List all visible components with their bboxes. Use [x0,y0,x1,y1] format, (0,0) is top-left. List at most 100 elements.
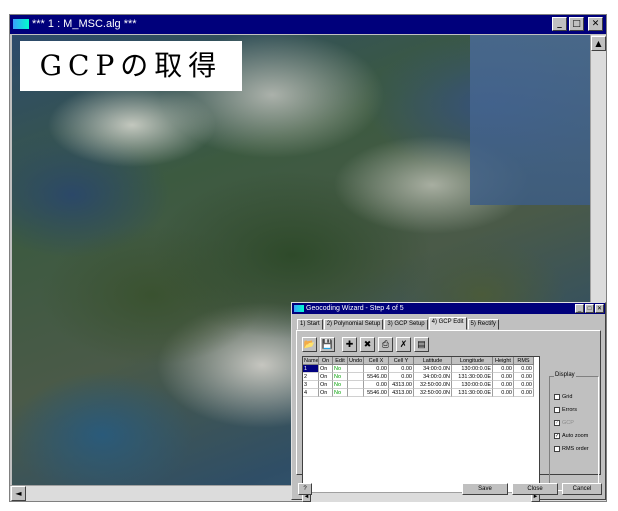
cell-name[interactable]: 1 [303,365,319,373]
maximize-button[interactable]: □ [569,17,584,31]
cell-name[interactable]: 4 [303,389,319,397]
wizard-app-icon [294,305,304,312]
cell-undo[interactable] [348,373,364,381]
cell-on[interactable]: On [319,389,333,397]
errors-checkbox[interactable]: Errors [554,407,577,413]
cell-edit[interactable]: No [333,365,348,373]
column-header-cell-y[interactable]: Cell Y [389,357,414,365]
cell-on[interactable]: On [319,373,333,381]
wizard-footer: ? Save Close Cancel [292,479,605,499]
wizard-maximize-button[interactable]: □ [585,304,594,313]
cell-edit[interactable]: No [333,381,348,389]
cell-longitude[interactable]: 130:00:0.0E [452,365,493,373]
save-button[interactable]: Save [462,483,508,495]
cell-cell-x[interactable]: 5546.00 [364,389,389,397]
column-header-cell-x[interactable]: Cell X [364,357,389,365]
cell-name[interactable]: 3 [303,381,319,389]
display-options-group: Display Grid Errors ✓ GCP ✓ Auto zoom RM… [549,372,599,491]
tab-gcp-setup[interactable]: 3) GCP Setup [384,319,428,330]
cell-on[interactable]: On [319,381,333,389]
wizard-minimize-button[interactable]: _ [575,304,584,313]
cell-longitude[interactable]: 130:00:0.0E [452,381,493,389]
cell-rms[interactable]: 0.00 [514,365,534,373]
grid-checkbox-box[interactable] [554,394,560,400]
cell-undo[interactable] [348,365,364,373]
tab-start[interactable]: 1) Start [297,319,323,330]
cell-rms[interactable]: 0.00 [514,373,534,381]
column-header-edit[interactable]: Edit [333,357,348,365]
scroll-left-button[interactable]: ◄ [11,486,26,501]
cell-cell-y[interactable]: 0.00 [389,373,414,381]
cell-rms[interactable]: 0.00 [514,381,534,389]
cell-height[interactable]: 0.00 [493,381,514,389]
cell-edit[interactable]: No [333,389,348,397]
app-icon [13,19,29,29]
column-header-longitude[interactable]: Longitude [452,357,493,365]
table-row[interactable]: 2 On No 5546.00 0.00 34:00:0.0N 131:30:0… [303,373,534,381]
tab-polynomial-setup[interactable]: 2) Polynomial Setup [323,319,384,330]
cell-latitude[interactable]: 32:50:00.0N [414,389,452,397]
gcp-toolbar: 📂 💾 ✚ ✖ ⎙ ✗ ▤ [302,337,429,352]
column-header-height[interactable]: Height [493,357,514,365]
column-header-rms[interactable]: RMS [514,357,534,365]
help-button[interactable]: ? [298,483,312,495]
auto-zoom-checkbox-box[interactable]: ✓ [554,433,560,439]
cell-name[interactable]: 2 [303,373,319,381]
cell-latitude[interactable]: 34:00:0.0N [414,373,452,381]
table-row[interactable]: 4 On No 5546.00 4313.00 32:50:00.0N 131:… [303,389,534,397]
cell-height[interactable]: 0.00 [493,373,514,381]
column-header-latitude[interactable]: Latitude [414,357,452,365]
gcp-table-header: Name On Edit Undo Cell X Cell Y Latitude… [303,357,534,365]
cell-longitude[interactable]: 131:30:00.0E [452,373,493,381]
cell-cell-y[interactable]: 0.00 [389,365,414,373]
column-header-on[interactable]: On [319,357,333,365]
wizard-close-button[interactable]: ✕ [595,304,604,313]
cell-edit[interactable]: No [333,373,348,381]
cell-longitude[interactable]: 131:30:00.0E [452,389,493,397]
column-header-undo[interactable]: Undo [348,357,364,365]
column-header-name[interactable]: Name [303,357,319,365]
rms-order-checkbox-label: RMS order [562,446,589,452]
cell-cell-x[interactable]: 0.00 [364,381,389,389]
cell-cell-y[interactable]: 4313.00 [389,389,414,397]
delete-point-icon[interactable]: ✖ [360,337,375,352]
cancel-button[interactable]: Cancel [562,483,602,495]
cell-height[interactable]: 0.00 [493,365,514,373]
close-button[interactable]: ✕ [588,17,603,31]
save-disk-icon[interactable]: 💾 [320,337,335,352]
rms-order-checkbox[interactable]: RMS order [554,446,589,452]
grid-checkbox[interactable]: Grid [554,394,572,400]
scroll-up-button[interactable]: ▲ [591,36,606,51]
wizard-titlebar[interactable]: Geocoding Wizard - Step 4 of 5 _ □ ✕ [292,303,605,314]
cell-height[interactable]: 0.00 [493,389,514,397]
table-row[interactable]: 3 On No 0.00 4313.00 32:50:00.0N 130:00:… [303,381,534,389]
auto-zoom-checkbox[interactable]: ✓ Auto zoom [554,433,588,439]
tab-rectify[interactable]: 5) Rectify [467,319,499,330]
tab-gcp-edit[interactable]: 4) GCP Edit [428,317,467,330]
main-titlebar[interactable]: *** 1 : M_MSC.alg *** _ □ ✕ [10,15,606,34]
errors-checkbox-box[interactable] [554,407,560,413]
open-folder-icon[interactable]: 📂 [302,337,317,352]
gcp-edit-panel: 📂 💾 ✚ ✖ ⎙ ✗ ▤ Name On Edit Undo Cell X C… [296,330,601,502]
minimize-button[interactable]: _ [552,17,567,31]
gcp-checkbox: ✓ GCP [554,420,574,426]
cell-cell-x[interactable]: 5546.00 [364,373,389,381]
list-icon[interactable]: ▤ [414,337,429,352]
wizard-tabs: 1) Start 2) Polynomial Setup 3) GCP Setu… [297,317,500,330]
cell-undo[interactable] [348,389,364,397]
print-icon[interactable]: ⎙ [378,337,393,352]
cell-rms[interactable]: 0.00 [514,389,534,397]
cell-cell-x[interactable]: 0.00 [364,365,389,373]
clear-icon[interactable]: ✗ [396,337,411,352]
gcp-checkbox-label: GCP [562,420,574,426]
cell-on[interactable]: On [319,365,333,373]
add-point-icon[interactable]: ✚ [342,337,357,352]
rms-order-checkbox-box[interactable] [554,446,560,452]
cell-undo[interactable] [348,381,364,389]
cell-cell-y[interactable]: 4313.00 [389,381,414,389]
cell-latitude[interactable]: 34:00:0.0N [414,365,452,373]
banner-title: GCPの取得 [20,41,242,91]
close-dialog-button[interactable]: Close [512,483,558,495]
table-row[interactable]: 1 On No 0.00 0.00 34:00:0.0N 130:00:0.0E… [303,365,534,373]
cell-latitude[interactable]: 32:50:00.0N [414,381,452,389]
